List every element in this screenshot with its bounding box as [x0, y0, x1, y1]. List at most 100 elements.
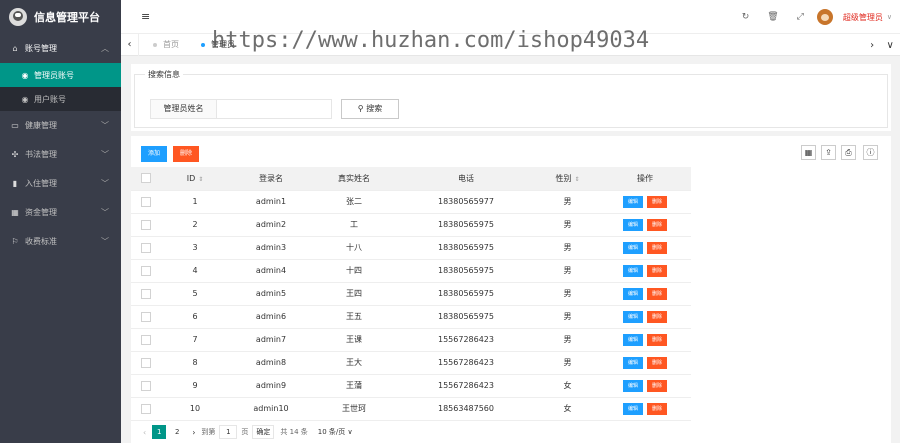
info-icon[interactable]: ⓘ [863, 145, 878, 160]
edit-button[interactable]: 编辑 [623, 379, 643, 392]
sidebar-item-label: 健康管理 [25, 121, 57, 130]
delete-button[interactable]: 删除 [647, 402, 667, 415]
select-all-checkbox[interactable] [140, 173, 151, 184]
cell-actions: 编辑 删除 [599, 397, 691, 421]
sidebar-item-admin-accounts[interactable]: ◉ 管理员账号 [0, 63, 121, 87]
sidebar-item-fees[interactable]: ⚐ 收费标准 ﹀ [0, 227, 121, 256]
cell-phone: 15567286423 [396, 374, 536, 398]
row-checkbox[interactable] [140, 196, 151, 207]
row-checkbox-cell [131, 328, 160, 352]
row-checkbox[interactable] [140, 403, 151, 414]
column-header-id[interactable]: ID ⇕ [160, 167, 230, 191]
cell-phone: 18380565975 [396, 236, 536, 260]
search-button[interactable]: ⚲ 搜索 [341, 99, 399, 119]
chevron-down-icon: ﹀ [101, 150, 109, 159]
batch-delete-button[interactable]: 删除 [173, 146, 199, 162]
row-checkbox-cell [131, 374, 160, 398]
row-checkbox[interactable] [140, 334, 151, 345]
sidebar: 信息管理平台 ⌂ 账号管理 ︿ ◉ 管理员账号 ◉ 用户账号 ▭ 健康管理 ﹀ … [0, 0, 121, 443]
goto-page-input[interactable]: 1 [219, 425, 238, 439]
cell-actions: 编辑 删除 [599, 351, 691, 375]
delete-button[interactable]: 删除 [647, 218, 667, 231]
delete-button[interactable]: 删除 [647, 333, 667, 346]
tabs-scroll-left-icon[interactable]: ‹ [121, 34, 139, 56]
edit-button[interactable]: 编辑 [623, 356, 643, 369]
cell-id: 9 [160, 374, 230, 398]
top-header: ≡ ↻ 🗑 ⤢ 超级管理员 ∨ [121, 0, 900, 34]
total-count: 共 14 条 [280, 428, 308, 436]
sidebar-item-label: 账号管理 [25, 44, 57, 53]
username[interactable]: 超级管理员 [843, 12, 883, 23]
add-button[interactable]: 添加 [141, 146, 167, 162]
prev-page-icon[interactable]: ‹ [143, 428, 146, 437]
chevron-down-icon[interactable]: ∨ [887, 13, 892, 21]
row-checkbox[interactable] [140, 265, 151, 276]
sidebar-item-health[interactable]: ▭ 健康管理 ﹀ [0, 111, 121, 140]
sidebar-item-funds[interactable]: ▦ 资金管理 ﹀ [0, 198, 121, 227]
cell-login: admin4 [230, 259, 312, 283]
edit-button[interactable]: 编辑 [623, 195, 643, 208]
tab-home[interactable]: 首页 [153, 34, 179, 56]
refresh-icon[interactable]: ↻ [742, 12, 750, 22]
edit-button[interactable]: 编辑 [623, 241, 643, 254]
cell-gender: 男 [536, 351, 599, 375]
sidebar-item-account[interactable]: ⌂ 账号管理 ︿ [0, 34, 121, 63]
sidebar-item-user-accounts[interactable]: ◉ 用户账号 [0, 87, 121, 111]
home-icon: ⌂ [12, 44, 18, 53]
trash-icon[interactable]: 🗑 [767, 12, 778, 22]
delete-button[interactable]: 删除 [647, 356, 667, 369]
edit-button[interactable]: 编辑 [623, 287, 643, 300]
row-checkbox[interactable] [140, 242, 151, 253]
search-panel: 搜索信息 管理员姓名 ⚲ 搜索 [131, 64, 891, 131]
delete-button[interactable]: 删除 [647, 195, 667, 208]
print-icon[interactable]: ⎙ [841, 145, 856, 160]
sort-icon[interactable]: ⇕ [574, 176, 579, 183]
goto-confirm-button[interactable]: 确定 [252, 425, 275, 439]
cell-gender: 男 [536, 305, 599, 329]
chevron-up-icon: ︿ [101, 44, 109, 53]
cell-name: 王世珂 [312, 397, 396, 421]
app-title: 信息管理平台 [34, 11, 100, 24]
edit-button[interactable]: 编辑 [623, 402, 643, 415]
tab-label: 管理员 [211, 40, 235, 49]
delete-button[interactable]: 删除 [647, 264, 667, 277]
user-avatar[interactable] [816, 9, 833, 25]
sidebar-item-label: 入住管理 [25, 179, 57, 188]
cell-id: 4 [160, 259, 230, 283]
edit-button[interactable]: 编辑 [623, 218, 643, 231]
next-page-icon[interactable]: › [192, 428, 195, 437]
tabs-scroll-right-icon[interactable]: › [870, 40, 874, 51]
delete-button[interactable]: 删除 [647, 287, 667, 300]
page-number[interactable]: 2 [170, 425, 184, 439]
export-icon[interactable]: ⇪ [821, 145, 836, 160]
tabs-menu-chevron-icon[interactable]: ∨ [886, 40, 893, 51]
row-checkbox[interactable] [140, 219, 151, 230]
sidebar-item-checkin[interactable]: ▮ 入住管理 ﹀ [0, 169, 121, 198]
edit-button[interactable]: 编辑 [623, 310, 643, 323]
page-number-current[interactable]: 1 [152, 425, 167, 439]
tab-admin[interactable]: 管理员 [201, 34, 235, 56]
fullscreen-icon[interactable]: ⤢ [797, 12, 804, 22]
delete-button[interactable]: 删除 [647, 379, 667, 392]
row-checkbox[interactable] [140, 380, 151, 391]
sidebar-item-calligraphy[interactable]: ✣ 书法管理 ﹀ [0, 140, 121, 169]
page-unit-label: 页 [241, 428, 249, 436]
page-size-select[interactable]: 10 条/页 ∨ [318, 427, 353, 437]
row-checkbox[interactable] [140, 311, 151, 322]
cell-name: 工 [312, 213, 396, 237]
edit-button[interactable]: 编辑 [623, 333, 643, 346]
file-icon: ▮ [12, 179, 18, 188]
cell-id: 10 [160, 397, 230, 421]
delete-button[interactable]: 删除 [647, 310, 667, 323]
row-checkbox[interactable] [140, 288, 151, 299]
search-button-label: 搜索 [366, 104, 383, 113]
sort-icon[interactable]: ⇕ [198, 176, 203, 183]
search-input[interactable] [217, 99, 332, 119]
menu-toggle-icon[interactable]: ≡ [141, 10, 150, 23]
delete-button[interactable]: 删除 [647, 241, 667, 254]
edit-button[interactable]: 编辑 [623, 264, 643, 277]
column-header-gender[interactable]: 性别 ⇕ [536, 167, 599, 191]
columns-filter-icon[interactable]: ▦ [801, 145, 816, 160]
goto-label: 到第 [201, 428, 216, 436]
row-checkbox[interactable] [140, 357, 151, 368]
